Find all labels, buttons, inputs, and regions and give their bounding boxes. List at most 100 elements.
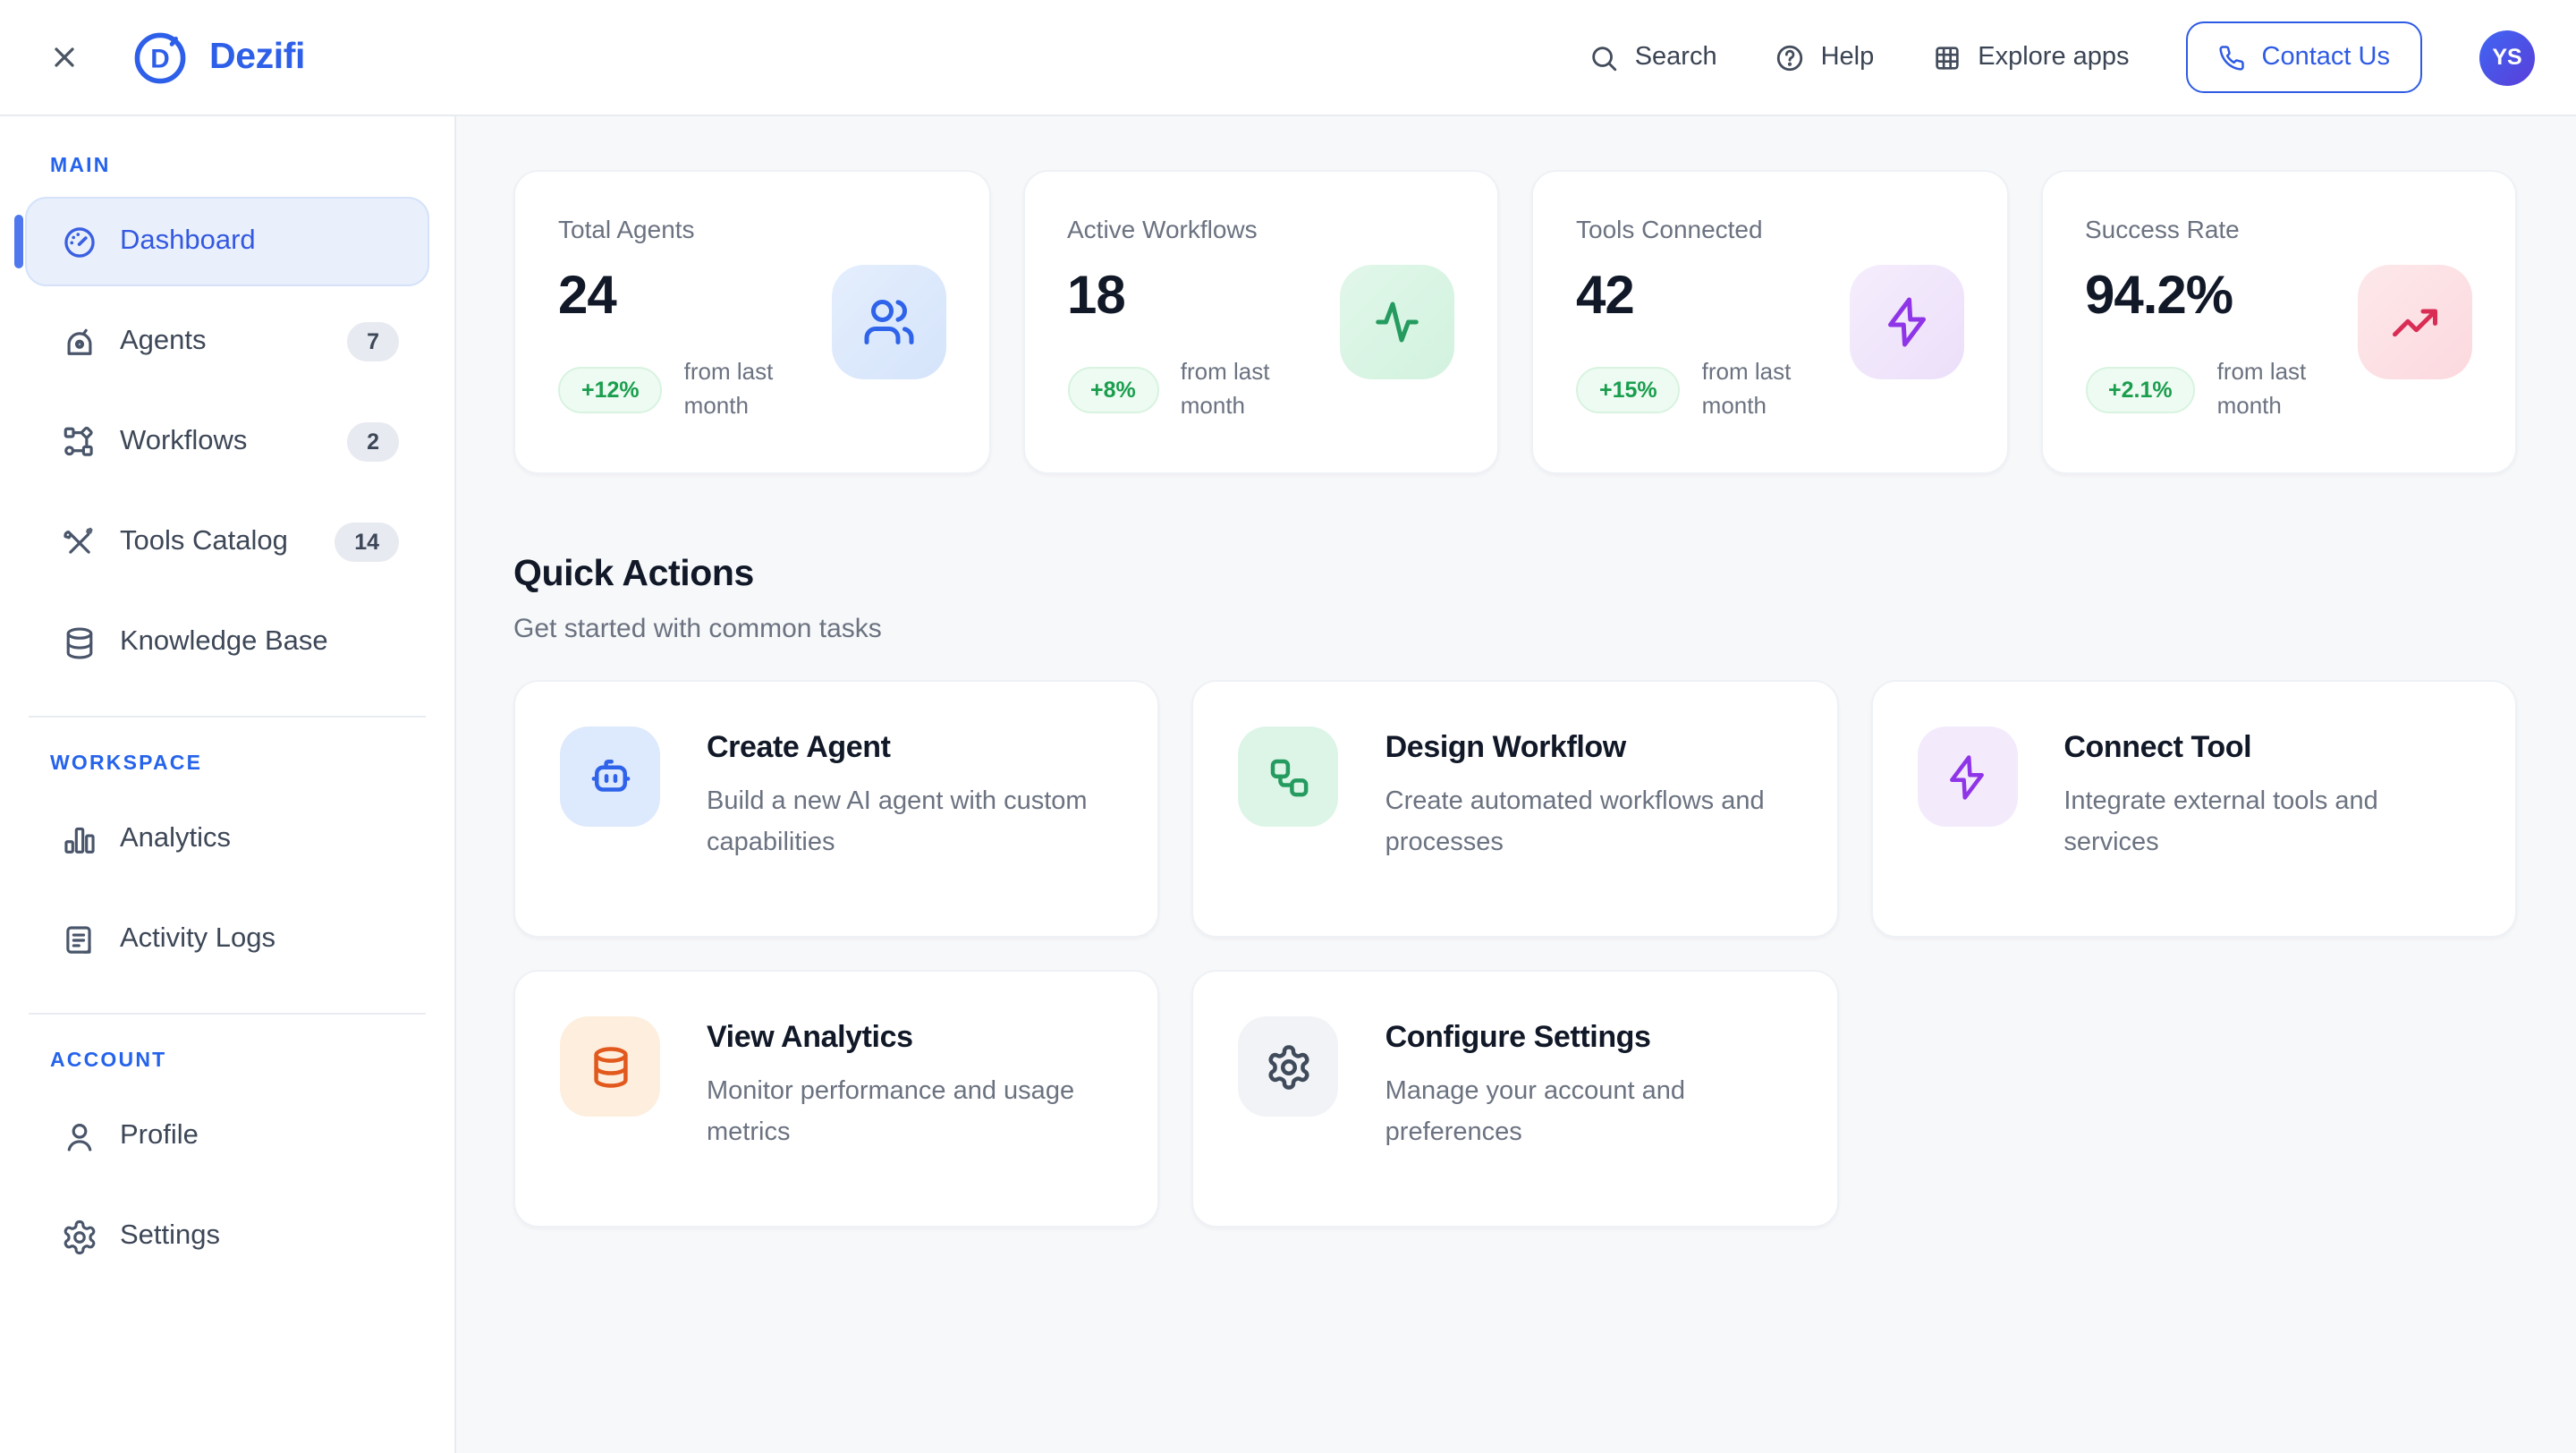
action-description: Manage your account and preferences bbox=[1385, 1072, 1792, 1156]
action-card-configure-settings[interactable]: Configure Settings Manage your account a… bbox=[1192, 970, 1839, 1228]
stat-label: Active Workflows bbox=[1067, 215, 1454, 243]
brand-name: Dezifi bbox=[209, 36, 305, 79]
sidebar-item-dashboard[interactable]: Dashboard bbox=[25, 197, 429, 286]
action-title: Design Workflow bbox=[1385, 730, 1792, 766]
stat-caption: from last month bbox=[1181, 356, 1331, 423]
stat-label: Total Agents bbox=[558, 215, 945, 243]
sidebar-item-workflows[interactable]: Workflows 2 bbox=[25, 397, 429, 487]
sidebar-item-label: Activity Logs bbox=[120, 923, 275, 956]
agents-count-badge: 7 bbox=[347, 322, 399, 361]
bot-icon bbox=[560, 726, 660, 827]
stat-delta-badge: +12% bbox=[558, 367, 663, 413]
sidebar-item-profile[interactable]: Profile bbox=[25, 1092, 429, 1181]
help-button[interactable]: Help bbox=[1775, 42, 1875, 72]
stat-delta-badge: +8% bbox=[1067, 367, 1159, 413]
phone-icon bbox=[2219, 44, 2246, 71]
sidebar-item-label: Settings bbox=[120, 1220, 220, 1253]
tools-count-badge: 14 bbox=[335, 523, 399, 562]
sidebar-item-label: Dashboard bbox=[120, 225, 256, 258]
database-icon bbox=[560, 1016, 660, 1117]
stat-delta-badge: +15% bbox=[1576, 367, 1681, 413]
sidebar: MAIN Dashboard Agents 7 Workflows 2 bbox=[0, 116, 456, 1453]
action-title: View Analytics bbox=[707, 1020, 1114, 1056]
action-title: Create Agent bbox=[707, 730, 1114, 766]
stat-card-total-agents: Total Agents 24 +12% from last month bbox=[513, 170, 990, 474]
workflows-count-badge: 2 bbox=[347, 422, 399, 462]
action-card-create-agent[interactable]: Create Agent Build a new AI agent with c… bbox=[513, 680, 1160, 938]
sidebar-item-activity-logs[interactable]: Activity Logs bbox=[25, 895, 429, 984]
action-card-design-workflow[interactable]: Design Workflow Create automated workflo… bbox=[1192, 680, 1839, 938]
search-button[interactable]: Search bbox=[1589, 42, 1717, 72]
stat-card-success-rate: Success Rate 94.2% +2.1% from last month bbox=[2040, 170, 2517, 474]
stat-label: Success Rate bbox=[2085, 215, 2472, 243]
header-actions: Search Help Explore apps Contact Us bbox=[1589, 21, 2535, 93]
bar-chart-icon bbox=[61, 820, 98, 858]
user-avatar[interactable]: YS bbox=[2479, 30, 2535, 85]
close-sidebar-button[interactable] bbox=[41, 34, 88, 81]
active-accent-bar bbox=[14, 215, 23, 268]
sidebar-item-label: Workflows bbox=[120, 426, 247, 458]
sidebar-section-workspace: WORKSPACE bbox=[50, 753, 429, 775]
stat-caption: from last month bbox=[2217, 356, 2368, 423]
action-card-connect-tool[interactable]: Connect Tool Integrate external tools an… bbox=[1870, 680, 2517, 938]
contact-us-button[interactable]: Contact Us bbox=[2187, 21, 2422, 93]
sidebar-section-account: ACCOUNT bbox=[50, 1050, 429, 1072]
quick-actions-subtitle: Get started with common tasks bbox=[513, 614, 2517, 644]
user-icon bbox=[61, 1117, 98, 1155]
sidebar-section-main: MAIN bbox=[50, 156, 429, 177]
stat-caption: from last month bbox=[684, 356, 835, 423]
brand: D Dezifi bbox=[131, 28, 305, 87]
main-content: Total Agents 24 +12% from last month Act… bbox=[456, 116, 2576, 1453]
sidebar-item-tools-catalog[interactable]: Tools Catalog 14 bbox=[25, 497, 429, 587]
help-label: Help bbox=[1821, 43, 1875, 72]
users-icon bbox=[831, 265, 945, 379]
sidebar-item-label: Agents bbox=[120, 326, 207, 358]
action-title: Connect Tool bbox=[2063, 730, 2470, 766]
sidebar-divider bbox=[29, 1013, 426, 1015]
sidebar-item-label: Profile bbox=[120, 1120, 199, 1152]
action-description: Integrate external tools and services bbox=[2063, 782, 2470, 866]
gear-icon bbox=[1239, 1016, 1339, 1117]
database-icon bbox=[61, 624, 98, 661]
activity-pulse-icon bbox=[1340, 265, 1454, 379]
stat-delta-badge: +2.1% bbox=[2085, 367, 2196, 413]
help-icon bbox=[1775, 42, 1805, 72]
action-description: Create automated workflows and processes bbox=[1385, 782, 1792, 866]
quick-actions-grid: Create Agent Build a new AI agent with c… bbox=[513, 680, 2517, 1228]
apps-grid-icon bbox=[1931, 42, 1962, 72]
zap-icon bbox=[1849, 265, 1963, 379]
top-header: D Dezifi Search Help bbox=[0, 0, 2576, 116]
stats-row: Total Agents 24 +12% from last month Act… bbox=[513, 170, 2517, 474]
action-title: Configure Settings bbox=[1385, 1020, 1792, 1056]
gauge-icon bbox=[61, 223, 98, 260]
trending-up-icon bbox=[2358, 265, 2472, 379]
sidebar-item-analytics[interactable]: Analytics bbox=[25, 794, 429, 884]
sidebar-divider bbox=[29, 716, 426, 718]
gear-icon bbox=[61, 1218, 98, 1255]
sidebar-item-agents[interactable]: Agents 7 bbox=[25, 297, 429, 387]
sidebar-item-label: Knowledge Base bbox=[120, 626, 328, 659]
sidebar-item-settings[interactable]: Settings bbox=[25, 1192, 429, 1281]
action-description: Build a new AI agent with custom capabil… bbox=[707, 782, 1114, 866]
crossed-tools-icon bbox=[61, 523, 98, 561]
action-card-view-analytics[interactable]: View Analytics Monitor performance and u… bbox=[513, 970, 1160, 1228]
sidebar-item-label: Tools Catalog bbox=[120, 526, 288, 558]
contact-us-label: Contact Us bbox=[2262, 43, 2390, 72]
bot-icon bbox=[61, 323, 98, 361]
dezifi-logo-icon: D bbox=[131, 28, 190, 87]
sidebar-item-knowledge-base[interactable]: Knowledge Base bbox=[25, 598, 429, 687]
logo-letter: D bbox=[150, 44, 169, 73]
workflow-icon bbox=[1239, 726, 1339, 827]
stat-card-tools-connected: Tools Connected 42 +15% from last month bbox=[1531, 170, 2008, 474]
search-label: Search bbox=[1635, 43, 1717, 72]
explore-apps-label: Explore apps bbox=[1978, 43, 2129, 72]
zap-icon bbox=[1917, 726, 2017, 827]
explore-apps-button[interactable]: Explore apps bbox=[1931, 42, 2129, 72]
search-icon bbox=[1589, 42, 1619, 72]
close-icon bbox=[48, 41, 80, 73]
stat-caption: from last month bbox=[1702, 356, 1852, 423]
stat-card-active-workflows: Active Workflows 18 +8% from last month bbox=[1022, 170, 1499, 474]
quick-actions-title: Quick Actions bbox=[513, 553, 2517, 596]
app-root: D Dezifi Search Help bbox=[0, 0, 2576, 1453]
action-description: Monitor performance and usage metrics bbox=[707, 1072, 1114, 1156]
